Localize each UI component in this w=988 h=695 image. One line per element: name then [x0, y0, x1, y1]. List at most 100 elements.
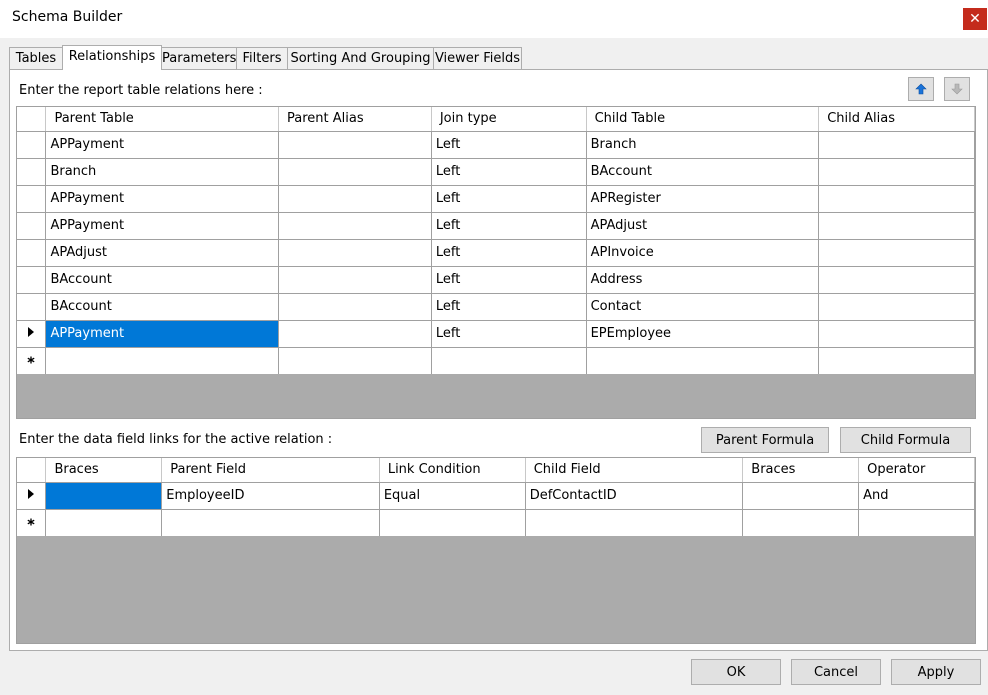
table-row[interactable]: Branch Left BAccount: [17, 158, 975, 186]
child-alias-cell[interactable]: [818, 158, 975, 186]
operator-cell[interactable]: And: [858, 482, 975, 510]
row-header-current[interactable]: [17, 320, 47, 348]
child-field-cell[interactable]: DefContactID: [525, 482, 744, 510]
column-header-parent-field[interactable]: Parent Field: [161, 458, 380, 483]
child-alias-cell[interactable]: [818, 185, 975, 213]
parent-alias-cell[interactable]: [278, 320, 432, 348]
join-type-cell[interactable]: Left: [431, 131, 587, 159]
parent-table-cell[interactable]: APPayment: [45, 185, 280, 213]
row-header-new[interactable]: [17, 509, 47, 536]
tab-parameters[interactable]: Parameters: [161, 47, 237, 69]
column-header-child-field[interactable]: Child Field: [525, 458, 744, 483]
table-row[interactable]: APPayment Left APAdjust: [17, 212, 975, 240]
tab-viewer-fields[interactable]: Viewer Fields: [433, 47, 522, 69]
child-table-cell[interactable]: APInvoice: [586, 239, 820, 267]
row-header[interactable]: [17, 212, 47, 240]
ok-button[interactable]: OK: [691, 659, 781, 685]
child-table-cell[interactable]: EPEmployee: [586, 320, 820, 348]
child-alias-cell[interactable]: [818, 239, 975, 267]
join-type-cell[interactable]: Left: [431, 185, 587, 213]
parent-table-cell[interactable]: APPayment: [45, 131, 280, 159]
new-row-cell[interactable]: [742, 509, 860, 536]
join-type-cell[interactable]: Left: [431, 320, 587, 348]
join-type-cell[interactable]: Left: [431, 212, 587, 240]
child-formula-button[interactable]: Child Formula: [840, 427, 971, 453]
close-button[interactable]: ✕: [963, 8, 987, 30]
parent-alias-cell[interactable]: [278, 212, 432, 240]
parent-alias-cell[interactable]: [278, 158, 432, 186]
cancel-button[interactable]: Cancel: [791, 659, 881, 685]
parent-alias-cell[interactable]: [278, 185, 432, 213]
column-header-parent-table[interactable]: Parent Table: [45, 107, 280, 132]
new-row-cell[interactable]: [586, 347, 820, 374]
column-header-braces-open[interactable]: Braces: [45, 458, 163, 483]
move-up-button[interactable]: [908, 77, 934, 101]
tab-sorting-and-grouping[interactable]: Sorting And Grouping: [287, 47, 434, 69]
row-header-current[interactable]: [17, 482, 47, 510]
row-header-new[interactable]: [17, 347, 47, 374]
parent-alias-cell[interactable]: [278, 239, 432, 267]
row-header[interactable]: [17, 158, 47, 186]
row-header[interactable]: [17, 266, 47, 294]
new-row-cell[interactable]: [161, 509, 380, 536]
link-condition-cell[interactable]: Equal: [379, 482, 526, 510]
parent-table-cell[interactable]: APAdjust: [45, 239, 280, 267]
parent-field-cell[interactable]: EmployeeID: [161, 482, 380, 510]
child-alias-cell[interactable]: [818, 131, 975, 159]
child-alias-cell[interactable]: [818, 293, 975, 321]
join-type-cell[interactable]: Left: [431, 266, 587, 294]
child-alias-cell[interactable]: [818, 212, 975, 240]
table-row[interactable]: BAccount Left Address: [17, 266, 975, 294]
parent-table-cell[interactable]: Branch: [45, 158, 280, 186]
parent-alias-cell[interactable]: [278, 293, 432, 321]
row-header[interactable]: [17, 131, 47, 159]
parent-alias-cell[interactable]: [278, 266, 432, 294]
new-row-cell[interactable]: [379, 509, 526, 536]
child-alias-cell[interactable]: [818, 320, 975, 348]
column-header-child-alias[interactable]: Child Alias: [818, 107, 975, 132]
table-row[interactable]: BAccount Left Contact: [17, 293, 975, 321]
child-alias-cell[interactable]: [818, 266, 975, 294]
row-header[interactable]: [17, 185, 47, 213]
column-header-join-type[interactable]: Join type: [431, 107, 587, 132]
new-row-cell[interactable]: [431, 347, 587, 374]
child-table-cell[interactable]: Contact: [586, 293, 820, 321]
join-type-cell[interactable]: Left: [431, 158, 587, 186]
table-row-current[interactable]: APPayment Left EPEmployee: [17, 320, 975, 348]
child-table-cell[interactable]: APAdjust: [586, 212, 820, 240]
parent-table-cell[interactable]: BAccount: [45, 266, 280, 294]
join-type-cell[interactable]: Left: [431, 293, 587, 321]
parent-alias-cell[interactable]: [278, 131, 432, 159]
join-type-cell[interactable]: Left: [431, 239, 587, 267]
row-header[interactable]: [17, 293, 47, 321]
tab-tables[interactable]: Tables: [9, 47, 63, 69]
parent-formula-button[interactable]: Parent Formula: [701, 427, 829, 453]
new-row-cell[interactable]: [858, 509, 975, 536]
table-row[interactable]: APPayment Left Branch: [17, 131, 975, 159]
column-header-link-condition[interactable]: Link Condition: [379, 458, 526, 483]
child-table-cell[interactable]: Address: [586, 266, 820, 294]
child-table-cell[interactable]: APRegister: [586, 185, 820, 213]
move-down-button[interactable]: [944, 77, 970, 101]
tab-filters[interactable]: Filters: [236, 47, 288, 69]
column-header-braces-close[interactable]: Braces: [742, 458, 860, 483]
new-row-cell[interactable]: [45, 509, 163, 536]
table-row[interactable]: APAdjust Left APInvoice: [17, 239, 975, 267]
new-row-cell[interactable]: [278, 347, 432, 374]
column-header-parent-alias[interactable]: Parent Alias: [278, 107, 432, 132]
child-table-cell[interactable]: Branch: [586, 131, 820, 159]
child-table-cell[interactable]: BAccount: [586, 158, 820, 186]
new-row-cell[interactable]: [525, 509, 744, 536]
tab-relationships[interactable]: Relationships: [62, 45, 162, 70]
new-row-cell[interactable]: [45, 347, 280, 374]
new-row[interactable]: [17, 347, 975, 374]
braces-close-cell[interactable]: [742, 482, 860, 510]
column-header-child-table[interactable]: Child Table: [586, 107, 820, 132]
table-row-current[interactable]: EmployeeID Equal DefContactID And: [17, 482, 975, 510]
new-row-cell[interactable]: [818, 347, 975, 374]
new-row[interactable]: [17, 509, 975, 536]
table-row[interactable]: APPayment Left APRegister: [17, 185, 975, 213]
parent-table-cell-selected[interactable]: APPayment: [45, 320, 280, 348]
parent-table-cell[interactable]: BAccount: [45, 293, 280, 321]
parent-table-cell[interactable]: APPayment: [45, 212, 280, 240]
